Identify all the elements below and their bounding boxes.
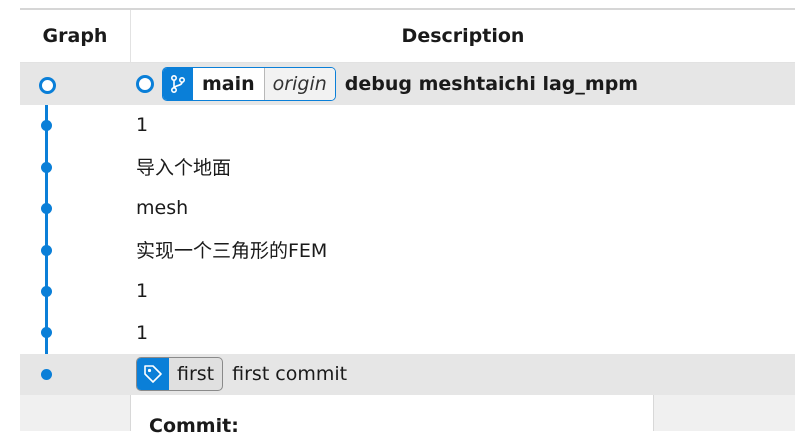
commit-node[interactable] [41,120,52,131]
commit-message: first commit [232,363,348,386]
commit-row[interactable]: 1 [20,271,795,313]
description-column-header[interactable]: Description [131,10,795,62]
git-branch-icon [163,67,193,100]
commit-message: 1 [136,114,149,137]
commit-node[interactable] [41,369,52,380]
commit-message: 1 [136,280,149,303]
commit-details-panel: Commit: [130,395,654,437]
commit-row[interactable]: 导入个地面 [20,146,795,188]
commit-row[interactable]: 1 [20,105,795,147]
commit-message: debug meshtaichi lag_mpm [344,72,639,95]
tag-icon [137,358,169,391]
left-gutter [0,0,20,431]
commit-node[interactable] [41,162,52,173]
commit-message: mesh [136,197,189,220]
tag-badge[interactable]: first [136,357,224,392]
commit-message: 1 [136,321,149,344]
remote-name: origin [263,67,335,100]
commit-message: 导入个地面 [136,157,232,180]
tag-name: first [177,363,215,386]
commit-node[interactable] [41,327,52,338]
commit-row-head[interactable]: main origin debug meshtaichi lag_mpm [20,63,795,105]
graph-column-header[interactable]: Graph [20,10,131,62]
commit-node[interactable] [41,286,52,297]
commit-row[interactable]: mesh [20,188,795,230]
commit-row[interactable]: 实现一个三角形的FEM [20,229,795,271]
commit-node-head[interactable] [39,77,56,94]
branch-name: main [202,72,255,95]
commit-row[interactable]: 1 [20,312,795,354]
column-header: Graph Description [20,10,795,63]
commit-row-first[interactable]: first first commit [20,353,795,395]
commit-details-area: Commit: [20,395,795,437]
commit-label: Commit: [149,415,239,437]
commit-node[interactable] [41,245,52,256]
branch-badge[interactable]: main origin [162,66,336,101]
commit-list: main origin debug meshtaichi lag_mpm 1 导… [20,63,795,395]
commit-message: 实现一个三角形的FEM [136,240,328,263]
head-indicator-icon [136,74,154,93]
commit-node[interactable] [41,203,52,214]
